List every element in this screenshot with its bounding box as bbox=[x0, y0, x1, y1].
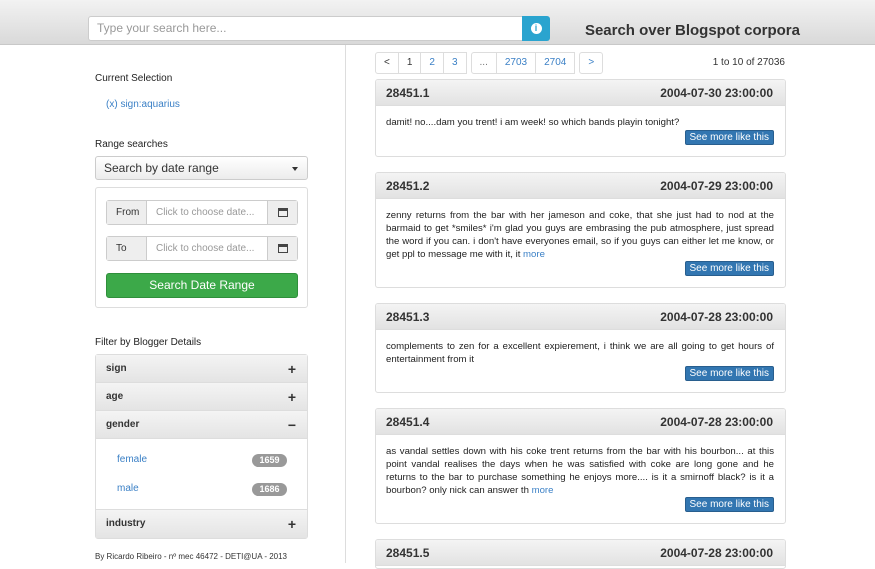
result-text: zenny returns from the bar with her jame… bbox=[376, 199, 785, 261]
result-header: 28451.5 2004-07-28 23:00:00 bbox=[376, 540, 785, 566]
caret-down-icon bbox=[292, 167, 298, 171]
result-date: 2004-07-28 23:00:00 bbox=[660, 310, 773, 324]
result-text: damit! no....dam you trent! i am week! s… bbox=[376, 106, 785, 129]
info-icon: i bbox=[530, 23, 542, 34]
result-card: 28451.2 2004-07-29 23:00:00 zenny return… bbox=[375, 172, 786, 288]
result-header: 28451.1 2004-07-30 23:00:00 bbox=[376, 80, 785, 106]
blogger-filter-panel: sign + age + gender − female 1659 male 1… bbox=[95, 354, 308, 539]
result-header: 28451.4 2004-07-28 23:00:00 bbox=[376, 409, 785, 435]
from-label: From bbox=[107, 201, 147, 224]
page-1[interactable]: 1 bbox=[397, 52, 422, 74]
search-date-range-button[interactable]: Search Date Range bbox=[106, 273, 298, 298]
from-calendar-button[interactable] bbox=[267, 201, 297, 224]
gender-options: female 1659 male 1686 bbox=[96, 439, 307, 510]
to-date-input[interactable]: Click to choose date... bbox=[147, 237, 269, 260]
range-searches-heading: Range searches bbox=[95, 139, 168, 150]
filter-age[interactable]: age + bbox=[96, 383, 307, 411]
to-calendar-button[interactable] bbox=[267, 237, 297, 260]
result-text-content: damit! no....dam you trent! i am week! s… bbox=[386, 117, 680, 128]
result-text-content: as vandal settles down with his coke tre… bbox=[386, 446, 774, 496]
search-info-button[interactable]: i bbox=[522, 16, 550, 41]
result-card: 28451.3 2004-07-28 23:00:00 complements … bbox=[375, 303, 786, 393]
see-more-like-this-button[interactable]: See more like this bbox=[684, 366, 774, 381]
filter-heading: Filter by Blogger Details bbox=[95, 337, 202, 348]
current-selection-heading: Current Selection bbox=[95, 73, 173, 84]
filter-gender[interactable]: gender − bbox=[96, 411, 307, 439]
result-date: 2004-07-30 23:00:00 bbox=[660, 86, 773, 100]
result-id: 28451.3 bbox=[386, 310, 430, 324]
result-text-content: complements to zen for a excellent expie… bbox=[386, 341, 774, 365]
result-date: 2004-07-28 23:00:00 bbox=[660, 546, 773, 560]
result-card: 28451.1 2004-07-30 23:00:00 damit! no...… bbox=[375, 79, 786, 157]
result-date: 2004-07-29 23:00:00 bbox=[660, 179, 773, 193]
filter-option-male[interactable]: male bbox=[117, 483, 139, 494]
result-date: 2004-07-28 23:00:00 bbox=[660, 415, 773, 429]
from-date-field[interactable]: From Click to choose date... bbox=[106, 200, 298, 225]
page-3[interactable]: 3 bbox=[442, 52, 467, 74]
expand-icon: + bbox=[287, 516, 296, 532]
result-id: 28451.1 bbox=[386, 86, 430, 100]
filter-label: industry bbox=[106, 518, 146, 529]
result-card: 28451.4 2004-07-28 23:00:00 as vandal se… bbox=[375, 408, 786, 524]
range-select-value: Search by date range bbox=[104, 161, 219, 175]
footer-credit: By Ricardo Ribeiro - nº mec 46472 - DETI… bbox=[95, 552, 288, 561]
to-label: To bbox=[107, 237, 147, 260]
result-count: 1 to 10 of 27036 bbox=[712, 57, 785, 68]
search-input[interactable]: Type your search here... bbox=[88, 16, 523, 41]
see-more-like-this-button[interactable]: See more like this bbox=[684, 497, 774, 512]
page-2703[interactable]: 2703 bbox=[495, 52, 537, 74]
filter-sign[interactable]: sign + bbox=[96, 355, 307, 383]
to-date-field[interactable]: To Click to choose date... bbox=[106, 236, 298, 261]
page-ellipsis: ... bbox=[470, 52, 497, 74]
result-header: 28451.3 2004-07-28 23:00:00 bbox=[376, 304, 785, 330]
current-selection-item[interactable]: (x) sign:aquarius bbox=[106, 99, 180, 110]
filter-option-female[interactable]: female bbox=[117, 454, 147, 465]
result-id: 28451.4 bbox=[386, 415, 430, 429]
result-card: 28451.5 2004-07-28 23:00:00 bbox=[375, 539, 786, 569]
collapse-icon: − bbox=[287, 417, 296, 433]
app-title: Search over Blogspot corpora bbox=[584, 22, 800, 39]
pagination: < 1 2 3 ... 2703 2704 > bbox=[375, 52, 604, 74]
result-text: complements to zen for a excellent expie… bbox=[376, 330, 785, 366]
range-type-select[interactable]: Search by date range bbox=[95, 156, 308, 180]
page-2[interactable]: 2 bbox=[420, 52, 444, 74]
date-range-panel: From Click to choose date... To Click to… bbox=[95, 187, 308, 308]
filter-industry[interactable]: industry + bbox=[96, 510, 307, 538]
calendar-icon bbox=[278, 208, 288, 217]
page-prev[interactable]: < bbox=[375, 52, 399, 74]
expand-icon: + bbox=[287, 361, 296, 377]
top-bar: Type your search here... i Search over B… bbox=[0, 0, 875, 45]
more-link[interactable]: more bbox=[532, 485, 554, 496]
result-text-content: zenny returns from the bar with her jame… bbox=[386, 210, 774, 260]
more-link[interactable]: more bbox=[523, 249, 545, 260]
see-more-like-this-button[interactable]: See more like this bbox=[684, 130, 774, 145]
result-id: 28451.5 bbox=[386, 546, 430, 560]
result-header: 28451.2 2004-07-29 23:00:00 bbox=[376, 173, 785, 199]
filter-label: gender bbox=[106, 419, 140, 430]
from-date-input[interactable]: Click to choose date... bbox=[147, 201, 269, 224]
filter-label: age bbox=[106, 391, 124, 402]
see-more-like-this-button[interactable]: See more like this bbox=[684, 261, 774, 276]
result-text: as vandal settles down with his coke tre… bbox=[376, 435, 785, 497]
page-next[interactable]: > bbox=[579, 52, 604, 74]
page-2704[interactable]: 2704 bbox=[535, 52, 576, 74]
count-badge: 1659 bbox=[252, 454, 287, 467]
result-id: 28451.2 bbox=[386, 179, 430, 193]
filter-label: sign bbox=[106, 363, 127, 374]
calendar-icon bbox=[278, 244, 288, 253]
expand-icon: + bbox=[287, 389, 296, 405]
count-badge: 1686 bbox=[252, 483, 287, 496]
